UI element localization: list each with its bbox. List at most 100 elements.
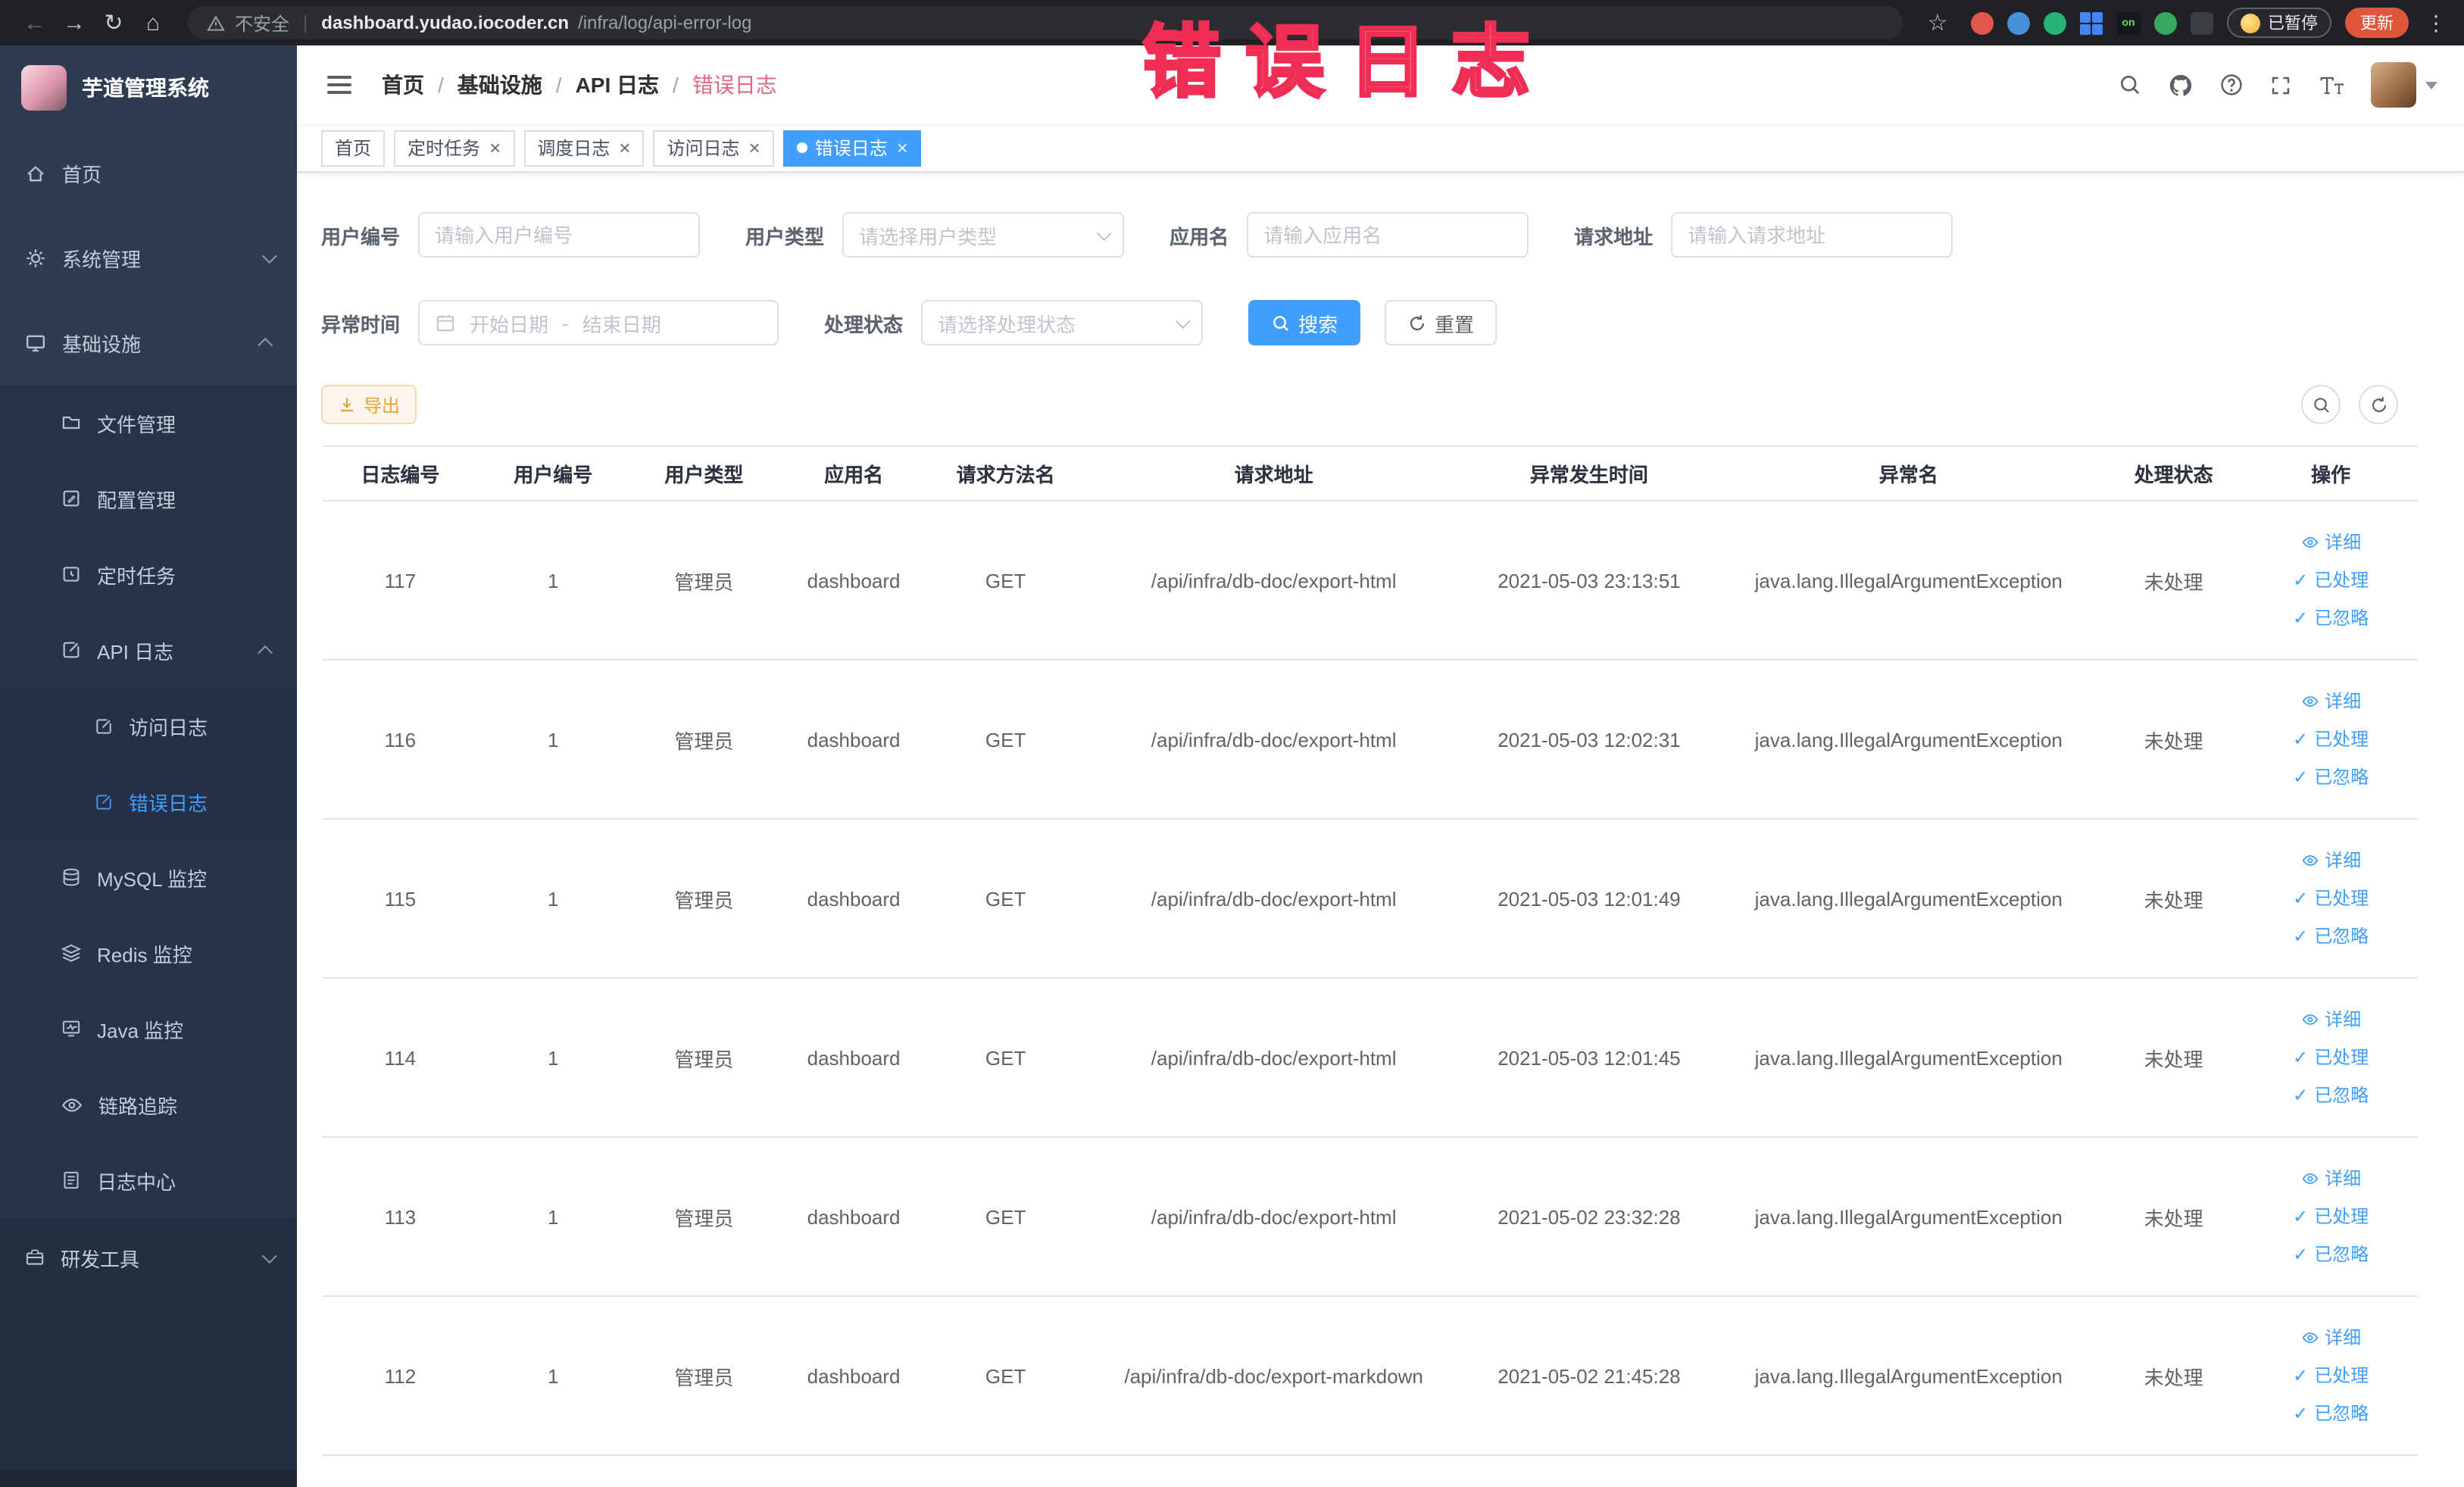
extension-green-circle[interactable] <box>2044 11 2066 34</box>
browser-home-icon[interactable]: ⌂ <box>133 3 173 42</box>
cell-log-id: 113 <box>323 1137 478 1297</box>
cell-url: /api/infra/db-doc/export-markdown <box>1082 1296 1465 1456</box>
question-icon[interactable] <box>2219 73 2244 97</box>
paused-badge[interactable]: 已暂停 <box>2227 8 2331 38</box>
sidebar-item-scheduled-tasks[interactable]: 定时任务 <box>0 536 297 612</box>
check-icon: ✓ <box>2293 1243 2309 1264</box>
extension-blue-drop[interactable] <box>2007 11 2030 34</box>
detail-link[interactable]: 详细 <box>2253 1160 2409 1198</box>
user-id-input[interactable] <box>418 212 701 258</box>
cell-url: /api/infra/db-doc/export-html <box>1082 1137 1465 1297</box>
date-range-picker[interactable]: 开始日期 - 结束日期 <box>418 300 779 345</box>
sidebar-item-redis-monitor[interactable]: Redis 监控 <box>0 915 297 991</box>
column-header-exception: 异常名 <box>1713 445 2103 501</box>
detail-link[interactable]: 详细 <box>2253 842 2409 879</box>
reset-button[interactable]: 重置 <box>1385 300 1497 345</box>
tab-access-log[interactable]: 访问日志 × <box>653 130 774 166</box>
browser-forward-icon[interactable]: → <box>55 3 94 42</box>
check-icon: ✓ <box>2293 607 2309 628</box>
cell-log-id: 115 <box>323 819 478 979</box>
hamburger-icon[interactable] <box>324 70 354 100</box>
processed-link[interactable]: ✓ 已处理 <box>2253 720 2409 758</box>
sidebar-item-home[interactable]: 首页 <box>0 130 297 215</box>
ignored-link[interactable]: ✓ 已忽略 <box>2253 1395 2409 1432</box>
user-menu[interactable] <box>2371 62 2437 108</box>
sidebar-item-config-management[interactable]: 配置管理 <box>0 461 297 536</box>
sidebar-item-mysql-monitor[interactable]: MySQL 监控 <box>0 839 297 915</box>
sidebar-item-label: 链路追踪 <box>98 1095 178 1117</box>
ignored-link[interactable]: ✓ 已忽略 <box>2253 917 2409 955</box>
ignored-link[interactable]: ✓ 已忽略 <box>2253 758 2409 796</box>
extension-dark-paw[interactable] <box>2191 11 2213 34</box>
sidebar-item-dev-tools[interactable]: 研发工具 <box>0 1218 297 1297</box>
processed-link[interactable]: ✓ 已处理 <box>2253 1198 2409 1236</box>
breadcrumb-home[interactable]: 首页 <box>382 70 424 100</box>
bookmark-star-icon[interactable]: ☆ <box>1918 3 1957 42</box>
refresh-button[interactable] <box>2359 385 2398 424</box>
folder-icon <box>61 412 82 433</box>
sidebar-item-infrastructure[interactable]: 基础设施 <box>0 300 297 385</box>
detail-link[interactable]: 详细 <box>2253 683 2409 720</box>
address-bar[interactable]: 不安全 | dashboard.yudao.iocoder.cn /infra/… <box>188 6 1903 39</box>
cell-time: 2021-05-03 12:02:31 <box>1464 660 1714 820</box>
browser-menu-icon[interactable]: ⋮ <box>2422 10 2450 36</box>
tab-schedule-log[interactable]: 调度日志 × <box>523 130 645 166</box>
close-icon[interactable]: × <box>489 138 501 158</box>
sidebar-item-error-log[interactable]: 错误日志 <box>0 764 297 839</box>
address-divider: | <box>303 12 308 33</box>
user-type-select[interactable]: 请选择用户类型 <box>842 212 1125 258</box>
processed-link[interactable]: ✓ 已处理 <box>2253 1039 2409 1076</box>
extension-green-leaf[interactable] <box>2154 11 2177 34</box>
search-icon[interactable] <box>2118 73 2142 97</box>
detail-link[interactable]: 详细 <box>2253 523 2409 561</box>
browser-back-icon[interactable]: ← <box>15 3 55 42</box>
font-size-icon[interactable] <box>2318 73 2345 96</box>
sidebar-item-access-log[interactable]: 访问日志 <box>0 688 297 764</box>
filter-status: 处理状态 请选择处理状态 <box>824 300 1204 345</box>
tab-error-log[interactable]: 错误日志 × <box>782 130 922 166</box>
processed-link[interactable]: ✓ 已处理 <box>2253 1357 2409 1395</box>
sidebar-item-file-management[interactable]: 文件管理 <box>0 385 297 461</box>
close-icon[interactable]: × <box>749 138 760 158</box>
breadcrumb-api-logs[interactable]: API 日志 <box>576 70 659 100</box>
sidebar-item-label: 配置管理 <box>97 489 176 511</box>
ignored-link[interactable]: ✓ 已忽略 <box>2253 599 2409 637</box>
logo[interactable]: 芋道管理系统 <box>0 45 297 130</box>
browser-reload-icon[interactable]: ↻ <box>94 3 133 42</box>
ignored-link[interactable]: ✓ 已忽略 <box>2253 1076 2409 1114</box>
processed-link[interactable]: ✓ 已处理 <box>2253 879 2409 917</box>
sidebar-item-label: 文件管理 <box>97 413 176 436</box>
detail-link[interactable]: 详细 <box>2253 1319 2409 1357</box>
tab-home[interactable]: 首页 <box>321 130 386 166</box>
tab-label: 首页 <box>335 138 372 159</box>
sidebar-filler <box>0 1297 297 1470</box>
check-icon: ✓ <box>2293 1046 2309 1067</box>
toggle-search-button[interactable] <box>2301 385 2341 424</box>
sidebar-item-log-center[interactable]: 日志中心 <box>0 1142 297 1218</box>
breadcrumb-infrastructure[interactable]: 基础设施 <box>458 70 542 100</box>
ignored-link[interactable]: ✓ 已忽略 <box>2253 1236 2409 1273</box>
detail-link[interactable]: 详细 <box>2253 1001 2409 1039</box>
extension-orange-circle[interactable] <box>1971 11 1994 34</box>
github-icon[interactable] <box>2168 72 2194 98</box>
extension-blue-grid[interactable] <box>2080 11 2103 34</box>
app-name-input[interactable] <box>1247 212 1529 258</box>
database-icon <box>61 867 82 888</box>
processed-link[interactable]: ✓ 已处理 <box>2253 561 2409 599</box>
export-button[interactable]: 导出 <box>321 385 417 424</box>
request-url-input[interactable] <box>1671 212 1953 258</box>
tab-scheduled-tasks[interactable]: 定时任务 × <box>394 130 515 166</box>
sidebar-item-system[interactable]: 系统管理 <box>0 215 297 300</box>
close-icon[interactable]: × <box>897 138 908 158</box>
search-button[interactable]: 搜索 <box>1248 300 1361 345</box>
table-row: 113 1 管理员 dashboard GET /api/infra/db-do… <box>323 1137 2418 1297</box>
status-select[interactable]: 请选择处理状态 <box>921 300 1204 345</box>
sidebar-item-api-logs[interactable]: API 日志 <box>0 612 297 688</box>
update-button[interactable]: 更新 <box>2345 8 2409 38</box>
sidebar-item-java-monitor[interactable]: Java 监控 <box>0 991 297 1067</box>
extension-on-badge[interactable]: on <box>2116 11 2141 34</box>
app-navbar: 首页 / 基础设施 / API 日志 / 错误日志 <box>297 45 2464 124</box>
fullscreen-icon[interactable] <box>2269 73 2292 96</box>
close-icon[interactable]: × <box>619 138 630 158</box>
sidebar-item-trace[interactable]: 链路追踪 <box>0 1067 297 1142</box>
